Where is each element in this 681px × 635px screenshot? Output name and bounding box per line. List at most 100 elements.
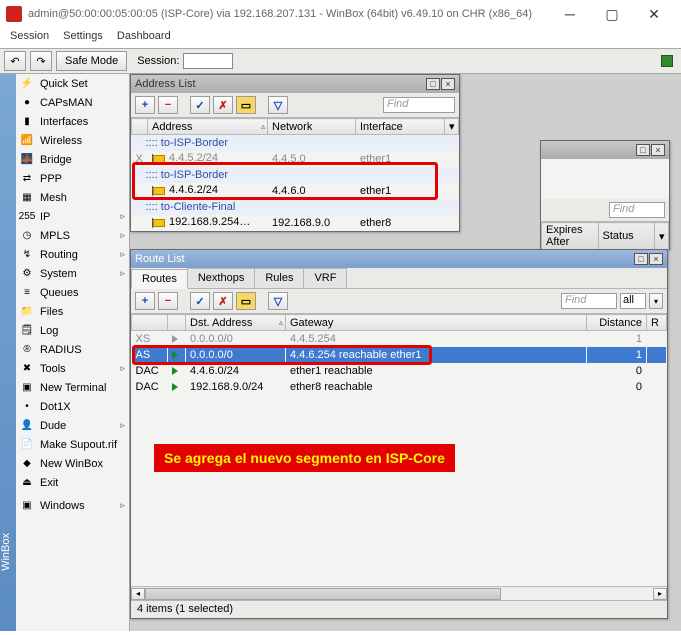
rl-filter-button[interactable]: ▽ [268,292,288,310]
menu-dashboard[interactable]: Dashboard [117,30,171,42]
rl-find-input[interactable]: Find [561,293,617,309]
al-drop-col[interactable]: ▾ [445,119,459,135]
comment-button[interactable]: ▭ [236,96,256,114]
bg-find-input[interactable]: Find [609,202,665,218]
rl-comment-button[interactable]: ▭ [236,292,256,310]
sidebar-item-quick-set[interactable]: ⚡Quick Set [16,74,129,93]
rl-remove-button[interactable]: − [158,292,178,310]
col-address[interactable]: Address▵ [148,119,268,135]
menu-session[interactable]: Session [10,30,49,42]
sidebar-item-dot1x[interactable]: •Dot1X [16,397,129,416]
undo-button[interactable]: ↶ [4,51,26,71]
route-list-window[interactable]: Route List □× Routes Nexthops Rules VRF … [130,249,668,619]
table-row[interactable]: DAC192.168.9.0/24ether8 reachable0 [132,379,667,395]
table-row[interactable]: :::: to-Cliente-Final [132,199,459,215]
col-distance[interactable]: Distance [587,315,647,331]
table-row[interactable]: XS0.0.0.0/04.4.5.2541 [132,331,667,347]
close-button[interactable]: ✕ [633,2,675,26]
table-row[interactable]: 192.168.9.254…192.168.9.0ether8 [132,215,459,231]
col-dst-address[interactable]: Dst. Address▵ [186,315,286,331]
menu-settings[interactable]: Settings [63,30,103,42]
sidebar-item-queues[interactable]: ≡Queues [16,283,129,302]
sidebar-item-windows[interactable]: ▣Windows▹ [16,496,129,515]
scroll-right-button[interactable]: ▸ [653,588,667,600]
rl-add-button[interactable]: + [135,292,155,310]
session-field[interactable] [183,53,233,69]
col-network[interactable]: Network [268,119,356,135]
sidebar-item-interfaces[interactable]: ▮Interfaces [16,112,129,131]
sidebar-item-bridge[interactable]: 🌉Bridge [16,150,129,169]
table-row[interactable]: :::: to-ISP-Border [132,167,459,183]
filter-button[interactable]: ▽ [268,96,288,114]
sidebar: ⚡Quick Set●CAPsMAN▮Interfaces📶Wireless🌉B… [16,74,130,631]
sidebar-item-routing[interactable]: ↯Routing▹ [16,245,129,264]
col-gateway[interactable]: Gateway [286,315,587,331]
sidebar-icon: 👤 [20,419,34,433]
redo-button[interactable]: ↷ [30,51,52,71]
background-window[interactable]: □× Find Expires After Status ▾ [540,140,670,250]
bg-close-button[interactable]: × [651,144,665,156]
maximize-button[interactable]: ▢ [591,2,633,26]
sidebar-item-mesh[interactable]: ▦Mesh [16,188,129,207]
rl-close-button[interactable]: × [649,253,663,265]
al-close-button[interactable]: × [441,78,455,90]
col-interface[interactable]: Interface [356,119,445,135]
sidebar-item-ppp[interactable]: ⇄PPP [16,169,129,188]
scroll-left-button[interactable]: ◂ [131,588,145,600]
route-active-icon [172,335,178,343]
sidebar-item-exit[interactable]: ⏏Exit [16,473,129,492]
sidebar-item-new-terminal[interactable]: ▣New Terminal [16,378,129,397]
flag-icon [152,217,166,229]
sidebar-label: Dude [40,420,114,432]
col-r[interactable]: R [647,315,667,331]
rl-all-select[interactable]: all [620,293,646,309]
rl-all-drop[interactable]: ▾ [649,293,663,309]
sidebar-item-ip[interactable]: 255IP▹ [16,207,129,226]
add-button[interactable]: + [135,96,155,114]
tab-nexthops[interactable]: Nexthops [187,268,255,288]
bg-drop-col[interactable]: ▾ [655,223,669,250]
table-row[interactable]: X 4.4.5.2/244.4.5.0ether1 [132,151,459,167]
sidebar-item-radius[interactable]: ®RADIUS [16,340,129,359]
sidebar-item-log[interactable]: 🗒Log [16,321,129,340]
rl-restore-button[interactable]: □ [634,253,648,265]
address-list-title: Address List [135,78,426,90]
route-list-titlebar[interactable]: Route List □× [131,250,667,268]
col-status[interactable]: Status [598,223,655,250]
rl-disable-button[interactable]: ✗ [213,292,233,310]
al-find-input[interactable]: Find [383,97,455,113]
disable-button[interactable]: ✗ [213,96,233,114]
al-restore-button[interactable]: □ [426,78,440,90]
sidebar-item-capsman[interactable]: ●CAPsMAN [16,93,129,112]
table-row[interactable]: :::: to-ISP-Border [132,135,459,151]
table-row[interactable]: DAC4.4.6.0/24ether1 reachable0 [132,363,667,379]
sidebar-item-tools[interactable]: ✖Tools▹ [16,359,129,378]
tab-routes[interactable]: Routes [131,269,188,289]
minimize-button[interactable]: ─ [549,2,591,26]
tab-rules[interactable]: Rules [254,268,304,288]
table-row[interactable]: AS0.0.0.0/04.4.6.254 reachable ether11 [132,347,667,363]
table-row[interactable]: 4.4.6.2/244.4.6.0ether1 [132,183,459,199]
sidebar-item-make-supout-rif[interactable]: 📄Make Supout.rif [16,435,129,454]
scroll-thumb[interactable] [145,588,501,600]
sidebar-item-files[interactable]: 📁Files [16,302,129,321]
sidebar-item-mpls[interactable]: ◷MPLS▹ [16,226,129,245]
sidebar-icon: ® [20,343,34,357]
col-expires-after[interactable]: Expires After [542,223,599,250]
sidebar-item-system[interactable]: ⚙System▹ [16,264,129,283]
enable-button[interactable]: ✓ [190,96,210,114]
sidebar-label: Files [40,306,125,318]
bg-restore-button[interactable]: □ [636,144,650,156]
remove-button[interactable]: − [158,96,178,114]
status-indicator [661,55,673,67]
address-list-titlebar[interactable]: Address List □× [131,75,459,93]
rl-hscroll[interactable]: ◂ ▸ [131,586,667,600]
address-list-window[interactable]: Address List □× + − ✓ ✗ ▭ ▽ Find Address… [130,74,460,232]
sidebar-item-wireless[interactable]: 📶Wireless [16,131,129,150]
tab-vrf[interactable]: VRF [303,268,347,288]
sidebar-item-new-winbox[interactable]: ◆New WinBox [16,454,129,473]
safe-mode-button[interactable]: Safe Mode [56,51,127,71]
bg-window-titlebar[interactable]: □× [541,141,669,159]
sidebar-item-dude[interactable]: 👤Dude▹ [16,416,129,435]
rl-enable-button[interactable]: ✓ [190,292,210,310]
